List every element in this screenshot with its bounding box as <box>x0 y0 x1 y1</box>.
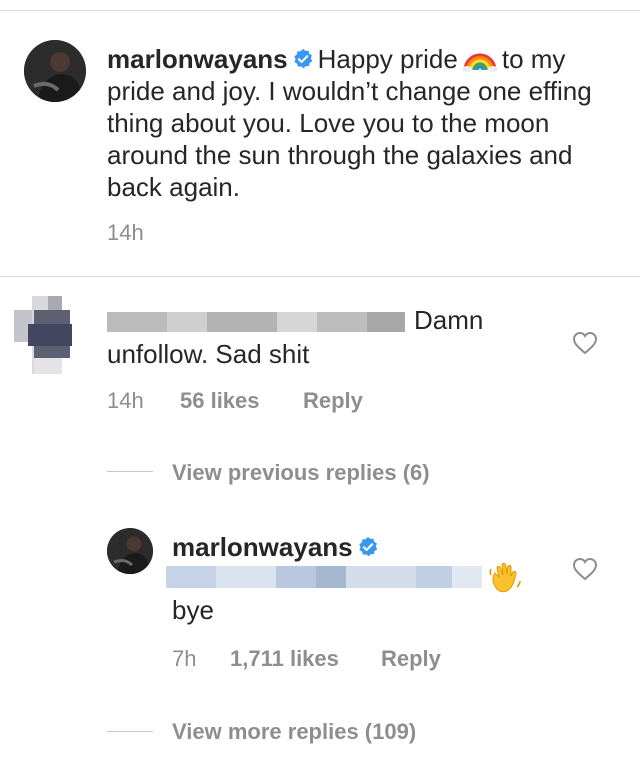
caption-text-start: Happy pride <box>317 44 458 74</box>
post-caption: marlonwayans Happy pride to my pride and j… <box>107 42 607 203</box>
comment-like-heart-icon[interactable] <box>572 331 598 355</box>
reply-author-avatar[interactable] <box>107 528 153 574</box>
view-previous-replies-link[interactable]: View previous replies (6) <box>172 460 430 486</box>
comment-timestamp[interactable]: 14h <box>107 388 144 414</box>
post-meta: 14h <box>107 220 144 246</box>
redacted-username <box>107 312 405 332</box>
caption-divider <box>0 276 640 277</box>
view-more-replies-link[interactable]: View more replies (109) <box>172 719 416 745</box>
redacted-mention <box>166 566 482 588</box>
post-timestamp[interactable]: 14h <box>107 220 144 245</box>
reply-author-username[interactable]: marlonwayans <box>172 532 353 562</box>
top-divider <box>0 10 640 11</box>
rainbow-emoji-icon <box>461 42 498 72</box>
reply-author-username-row: marlonwayans <box>172 532 383 563</box>
comment-text-line2: unfollow. Sad shit <box>107 339 310 369</box>
redacted-avatar[interactable] <box>14 296 76 374</box>
comment-likes-count[interactable]: 56 likes <box>180 388 260 414</box>
reply-timestamp[interactable]: 7h <box>172 646 196 672</box>
reply-like-heart-icon[interactable] <box>572 557 598 581</box>
post-author-username[interactable]: marlonwayans <box>107 44 288 74</box>
reply-text: bye <box>172 595 214 625</box>
reply-reply-button[interactable]: Reply <box>381 646 441 672</box>
comment-text-tail: Damn <box>414 305 484 335</box>
verified-badge-icon <box>292 48 314 70</box>
replies-line <box>107 471 153 472</box>
comment-reply-button[interactable]: Reply <box>303 388 363 414</box>
post-author-avatar[interactable] <box>24 40 86 102</box>
replies-line <box>107 731 153 732</box>
verified-badge-icon <box>357 536 379 558</box>
reply-likes-count[interactable]: 1,711 likes <box>230 646 339 672</box>
waving-hand-emoji-icon <box>488 561 522 595</box>
